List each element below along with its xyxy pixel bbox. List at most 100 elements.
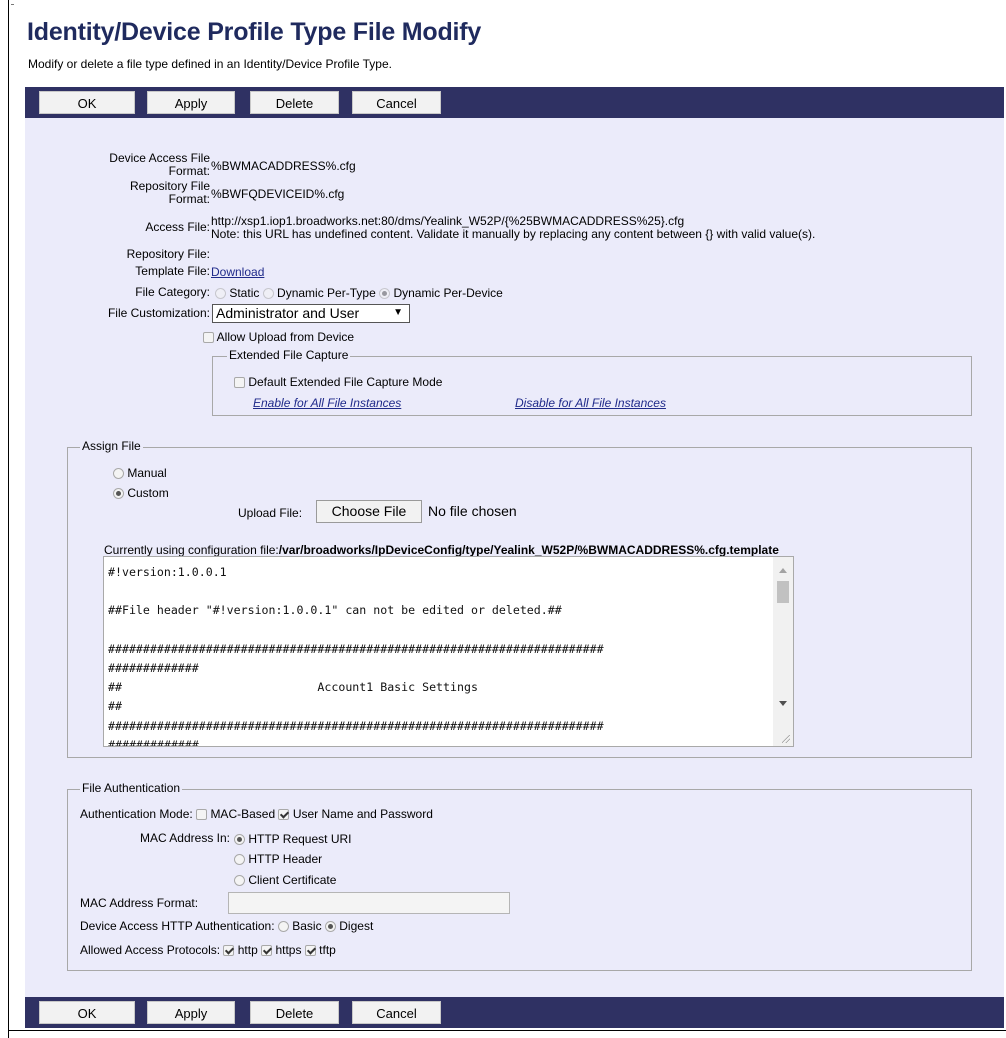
allow-upload-checkbox[interactable] bbox=[203, 332, 214, 343]
tftp-label: tftp bbox=[319, 943, 336, 957]
repository-file-format-value: %BWFQDEVICEID%.cfg bbox=[211, 187, 345, 201]
extended-file-capture-legend: Extended File Capture bbox=[227, 348, 351, 362]
bottom-rule bbox=[8, 1030, 1006, 1031]
no-file-chosen-text: No file chosen bbox=[428, 503, 517, 519]
allow-upload-label: Allow Upload from Device bbox=[216, 330, 355, 344]
client-certificate-label: Client Certificate bbox=[248, 873, 337, 887]
http-header-label: HTTP Header bbox=[248, 852, 323, 866]
mac-based-checkbox[interactable] bbox=[196, 809, 208, 820]
custom-row: Custom bbox=[113, 486, 169, 500]
currently-using-path: /var/broadworks/IpDeviceConfig/type/Yeal… bbox=[278, 543, 779, 557]
mac-based-label: MAC-Based bbox=[210, 807, 276, 821]
static-radio[interactable] bbox=[215, 288, 226, 299]
http-header-radio[interactable] bbox=[234, 854, 245, 865]
scroll-down-arrow-icon[interactable] bbox=[779, 701, 787, 706]
tftp-checkbox[interactable] bbox=[304, 945, 316, 956]
page-title: Identity/Device Profile Type File Modify bbox=[27, 18, 482, 46]
http-checkbox[interactable] bbox=[223, 945, 235, 956]
https-checkbox[interactable] bbox=[261, 945, 273, 956]
dynamic-per-type-radio[interactable] bbox=[262, 288, 274, 299]
scroll-up-arrow-icon[interactable] bbox=[779, 568, 787, 573]
left-border-line bbox=[8, 0, 9, 1038]
upload-file-label: Upload File: bbox=[238, 506, 303, 520]
resize-grip-icon[interactable] bbox=[782, 735, 790, 743]
template-file-label: Template File: bbox=[135, 264, 210, 278]
repository-file-format-label-line2: Format: bbox=[168, 192, 210, 206]
cancel-button[interactable]: Cancel bbox=[352, 91, 441, 114]
ok-button-bottom[interactable]: OK bbox=[39, 1001, 135, 1024]
page-subtitle: Modify or delete a file type defined in … bbox=[28, 57, 392, 71]
template-content-text: #!version:1.0.0.1 ##File header "#!versi… bbox=[108, 565, 604, 747]
bottom-button-bar: OK Apply Delete Cancel bbox=[25, 997, 1004, 1028]
manual-radio[interactable] bbox=[113, 468, 124, 479]
choose-file-button[interactable]: Choose File bbox=[316, 500, 422, 523]
default-extended-mode-checkbox[interactable] bbox=[234, 377, 245, 388]
apply-button[interactable]: Apply bbox=[147, 91, 235, 114]
access-file-url: http://xsp1.iop1.broadworks.net:80/dms/Y… bbox=[211, 214, 685, 228]
client-certificate-row: Client Certificate bbox=[234, 873, 336, 887]
dynamic-per-device-radio-label: Dynamic Per-Device bbox=[393, 286, 503, 300]
corner-tick bbox=[11, 4, 14, 5]
file-authentication-legend: File Authentication bbox=[80, 781, 183, 795]
http-request-uri-row: HTTP Request URI bbox=[234, 832, 352, 846]
basic-label: Basic bbox=[292, 919, 322, 933]
default-extended-mode-row: Default Extended File Capture Mode bbox=[234, 375, 442, 389]
ok-button[interactable]: OK bbox=[39, 91, 135, 114]
access-file-note: Note: this URL has undefined content. Va… bbox=[211, 227, 816, 241]
repository-file-format-label: Repository File Format: bbox=[70, 180, 210, 206]
file-customization-select[interactable]: Administrator and User ▼ bbox=[212, 304, 410, 323]
apply-button-bottom[interactable]: Apply bbox=[147, 1001, 235, 1024]
template-content-textarea[interactable]: #!version:1.0.0.1 ##File header "#!versi… bbox=[103, 556, 794, 747]
mac-format-input[interactable] bbox=[228, 892, 510, 914]
http-request-uri-label: HTTP Request URI bbox=[248, 832, 352, 846]
http-request-uri-radio[interactable] bbox=[234, 834, 245, 845]
file-category-label: File Category: bbox=[135, 285, 210, 299]
device-access-file-format-value: %BWMACADDRESS%.cfg bbox=[211, 159, 356, 173]
http-header-row: HTTP Header bbox=[234, 852, 322, 866]
static-radio-label: Static bbox=[229, 286, 260, 300]
user-pass-checkbox[interactable] bbox=[278, 809, 290, 820]
file-customization-label: File Customization: bbox=[107, 306, 210, 320]
client-certificate-radio[interactable] bbox=[234, 875, 245, 886]
device-access-file-format-label: Device Access File Format: bbox=[70, 152, 210, 178]
mac-format-label: MAC Address Format: bbox=[80, 896, 199, 910]
dynamic-per-device-radio[interactable] bbox=[379, 288, 391, 299]
default-extended-mode-label: Default Extended File Capture Mode bbox=[248, 375, 443, 389]
mac-address-in-label: MAC Address In: bbox=[139, 831, 230, 845]
http-label: http bbox=[237, 943, 258, 957]
template-download-link[interactable]: Download bbox=[211, 265, 264, 279]
delete-button[interactable]: Delete bbox=[250, 91, 339, 114]
scroll-thumb[interactable] bbox=[777, 581, 789, 603]
basic-radio[interactable] bbox=[277, 921, 289, 932]
auth-mode-row: Authentication Mode: MAC-Based User Name… bbox=[80, 807, 433, 821]
access-file-label: Access File: bbox=[145, 220, 210, 234]
http-auth-label: Device Access HTTP Authentication: bbox=[80, 919, 275, 933]
disable-all-instances-link[interactable]: Disable for All File Instances bbox=[515, 396, 666, 410]
enable-all-instances-link[interactable]: Enable for All File Instances bbox=[253, 396, 401, 410]
https-label: https bbox=[275, 943, 302, 957]
delete-button-bottom[interactable]: Delete bbox=[250, 1001, 339, 1024]
manual-label: Manual bbox=[127, 466, 167, 480]
custom-radio[interactable] bbox=[113, 488, 124, 499]
custom-label: Custom bbox=[127, 486, 169, 500]
currently-using-label: Currently using configuration file: bbox=[104, 543, 279, 557]
device-access-file-format-label-line2: Format: bbox=[168, 164, 210, 178]
digest-label: Digest bbox=[339, 919, 374, 933]
file-category-options: Static Dynamic Per-Type Dynamic Per-Devi… bbox=[215, 286, 503, 300]
http-auth-row: Device Access HTTP Authentication: Basic… bbox=[80, 919, 373, 933]
allow-upload-row: Allow Upload from Device bbox=[203, 330, 354, 344]
top-button-bar: OK Apply Delete Cancel bbox=[25, 87, 1004, 118]
manual-row: Manual bbox=[113, 466, 167, 480]
file-customization-value: Administrator and User bbox=[216, 305, 360, 321]
protocols-label: Allowed Access Protocols: bbox=[80, 943, 221, 957]
dynamic-per-type-radio-label: Dynamic Per-Type bbox=[277, 286, 376, 300]
user-pass-label: User Name and Password bbox=[292, 807, 433, 821]
textarea-scrollbar[interactable] bbox=[773, 557, 793, 746]
repository-file-label: Repository File: bbox=[126, 247, 210, 261]
digest-radio[interactable] bbox=[324, 921, 336, 932]
protocols-row: Allowed Access Protocols: http https tft… bbox=[80, 943, 336, 957]
cancel-button-bottom[interactable]: Cancel bbox=[352, 1001, 441, 1024]
currently-using-row: Currently using configuration file:/var/… bbox=[104, 543, 779, 557]
assign-file-legend: Assign File bbox=[80, 439, 143, 453]
auth-mode-label: Authentication Mode: bbox=[80, 807, 193, 821]
